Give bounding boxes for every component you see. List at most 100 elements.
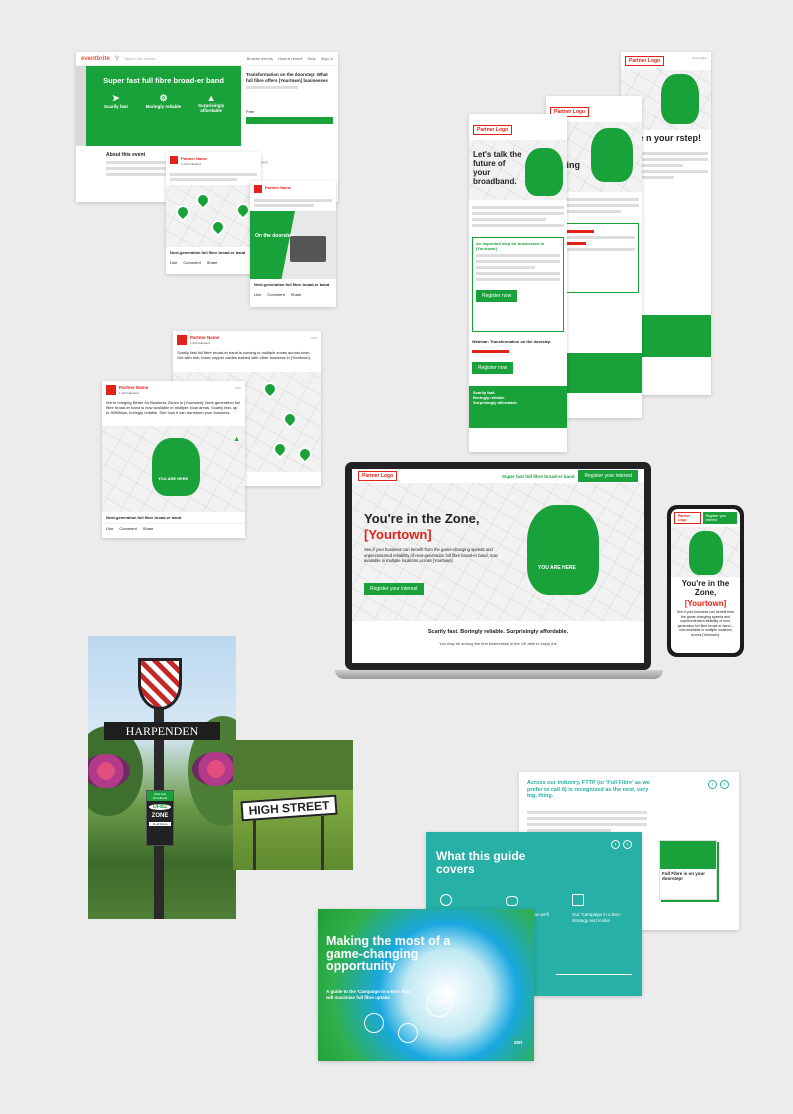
zone-sign-code: UFB2	[149, 804, 171, 810]
register-interest-button[interactable]: Register your interest	[702, 512, 737, 524]
phone-mockup: Partner Logo Register your interest You'…	[667, 505, 744, 657]
email-title: Let's talk the future of your broadband.	[473, 150, 522, 186]
comment-button[interactable]: Comment	[267, 292, 284, 297]
post-map	[166, 185, 261, 247]
partner-avatar	[106, 385, 116, 395]
partner-avatar	[177, 335, 187, 345]
full-fibre-pin: FULL FIBRE	[426, 991, 452, 1017]
webinar-title: Webinar: Transformation on the doorstep	[472, 339, 551, 344]
register-interest-button[interactable]: Register your interest	[578, 470, 638, 482]
thumbs-up-icon	[152, 438, 200, 496]
view-online-link[interactable]: View online	[692, 56, 707, 66]
mobile-body: See if your business can benefit from th…	[676, 610, 735, 637]
you-are-here-label: YOU ARE HERE	[538, 565, 576, 571]
hero-item: ▲ Surprisingly affordable	[198, 93, 225, 113]
tickets-button[interactable]	[246, 117, 333, 124]
followers: 1,234 followers	[181, 162, 202, 166]
more-icon[interactable]: ⋯	[311, 335, 317, 346]
mobile-headline-2: [Yourtown]	[684, 599, 727, 608]
share-button[interactable]: Share	[291, 292, 302, 297]
chat-icon	[506, 896, 518, 906]
laptop-base	[335, 670, 663, 679]
you-are-here-label: YOU ARE HERE	[158, 476, 189, 481]
divider	[556, 974, 632, 975]
tagline: Super fast full fibre broad-er band	[501, 473, 575, 479]
post-headline[interactable]: Next-generation full fibre broad-er band	[166, 247, 261, 258]
eventbrite-logo[interactable]: eventbrite	[81, 56, 110, 62]
comment-button[interactable]: Comment	[119, 526, 136, 531]
guide-cover-title: Making the most of a game-changing oppor…	[326, 934, 451, 973]
box-title: An important step for businesses in [You…	[476, 241, 545, 251]
post-text: We're bringing Better for Business Zones…	[106, 400, 240, 415]
hero-item: ➤ Scarily fast	[103, 93, 128, 109]
nav-help[interactable]: Help	[308, 56, 316, 61]
partner-logo: Partner Logo	[358, 471, 398, 481]
prev-page-icon[interactable]: ‹	[611, 840, 620, 849]
footer-item: Surprisingly affordable.	[473, 400, 518, 405]
post-headline[interactable]: Next-generation full fibre broad-er band	[250, 279, 336, 290]
next-page-icon[interactable]: ›	[720, 780, 729, 789]
post-image-laptop: On the doorstep	[250, 211, 336, 279]
post-text: Scarily fast full fibre broad-er band is…	[177, 350, 311, 360]
full-fibre-label: FULL FIBRE	[428, 1000, 450, 1004]
search-input[interactable]: Search for events	[124, 56, 242, 61]
thumbs-up-icon	[525, 148, 563, 196]
partner-logo: Partner Logo	[625, 56, 665, 66]
full-fibre-pin	[364, 1013, 384, 1033]
nav-browse[interactable]: Browse events	[247, 56, 273, 61]
register-button[interactable]: Register now	[476, 290, 518, 302]
sign-leg	[253, 820, 256, 870]
register-cta[interactable]: Register your interest	[364, 583, 424, 595]
laptop-icon	[290, 236, 326, 262]
share-button[interactable]: Share	[143, 526, 154, 531]
product-box: Full Fibre is on your doorstep!	[659, 840, 717, 900]
flower-basket	[192, 752, 236, 786]
partner-avatar	[170, 156, 178, 164]
prev-page-icon[interactable]: ‹	[708, 780, 717, 789]
box-icon	[572, 894, 584, 906]
like-button[interactable]: Like	[106, 526, 113, 531]
like-button[interactable]: Like	[170, 260, 177, 265]
next-page-icon[interactable]: ›	[623, 840, 632, 849]
more-icon[interactable]: ⋯	[235, 385, 241, 396]
nav-signin[interactable]: Sign in	[321, 56, 333, 61]
comment-button[interactable]: Comment	[183, 260, 200, 265]
register-button[interactable]: Register now	[472, 362, 514, 374]
nav-host[interactable]: Host an event	[278, 56, 303, 61]
target-icon	[440, 894, 452, 906]
important-step-box: An important step for businesses in [You…	[472, 237, 564, 332]
full-fibre-pin	[398, 1023, 418, 1043]
guide-middle-title: What this guide covers	[436, 849, 526, 876]
event-hero: Super fast full fibre broad-er band ➤ Sca…	[86, 66, 241, 146]
high-street-photo: HIGH STREET	[233, 740, 353, 870]
partner-avatar	[254, 185, 262, 193]
partner-name: Partner Name	[265, 185, 292, 190]
zone-sign-label: ZONE	[151, 813, 169, 819]
followers: 1,234 followers	[119, 391, 140, 395]
landing-headline-1: You're in the Zone,	[364, 511, 480, 526]
email-front: Partner Logo Let's talk the future of yo…	[469, 114, 567, 452]
partner-logo: Partner Logo	[674, 512, 701, 524]
landing-footer-line: You may be among the first businesses in…	[439, 641, 557, 646]
mobile-headline-1: You're in the Zone,	[681, 579, 730, 597]
guide-cover: Making the most of a game-changing oppor…	[318, 909, 534, 1061]
compass-icon: ▲	[233, 436, 240, 443]
mobile-page: Partner Logo Register your interest You'…	[671, 509, 740, 653]
zen-logo: zen	[510, 1035, 526, 1051]
laptop-mockup: Partner Logo Super fast full fibre broad…	[335, 462, 663, 690]
product-box-text: Full Fibre is on your doorstep!	[662, 871, 706, 881]
social-post-4: Partner Name 1,234 followers ⋯ We're brin…	[102, 381, 245, 538]
landing-body: See if your business can benefit from th…	[364, 547, 498, 563]
share-button[interactable]: Share	[207, 260, 218, 265]
post-headline[interactable]: Next-generation full fibre broad-er band	[102, 512, 245, 523]
followers: 1,234 followers	[190, 341, 211, 345]
like-button[interactable]: Like	[254, 292, 261, 297]
partner-logo: Partner Logo	[473, 125, 513, 135]
zone-sign-bottom: At all times	[149, 822, 171, 826]
thumbs-up-icon	[527, 505, 599, 595]
search-icon[interactable]: ⚲	[115, 55, 119, 62]
email-hero-map: Let's talk the future of your broadband.	[469, 140, 567, 200]
hero-title: Super fast full fibre broad-er band	[103, 76, 224, 85]
guide-back-heading: Across our industry, FTTP (or 'Full Fibr…	[527, 780, 650, 799]
event-title: Transformation on the doorstep: What ful…	[246, 72, 328, 83]
